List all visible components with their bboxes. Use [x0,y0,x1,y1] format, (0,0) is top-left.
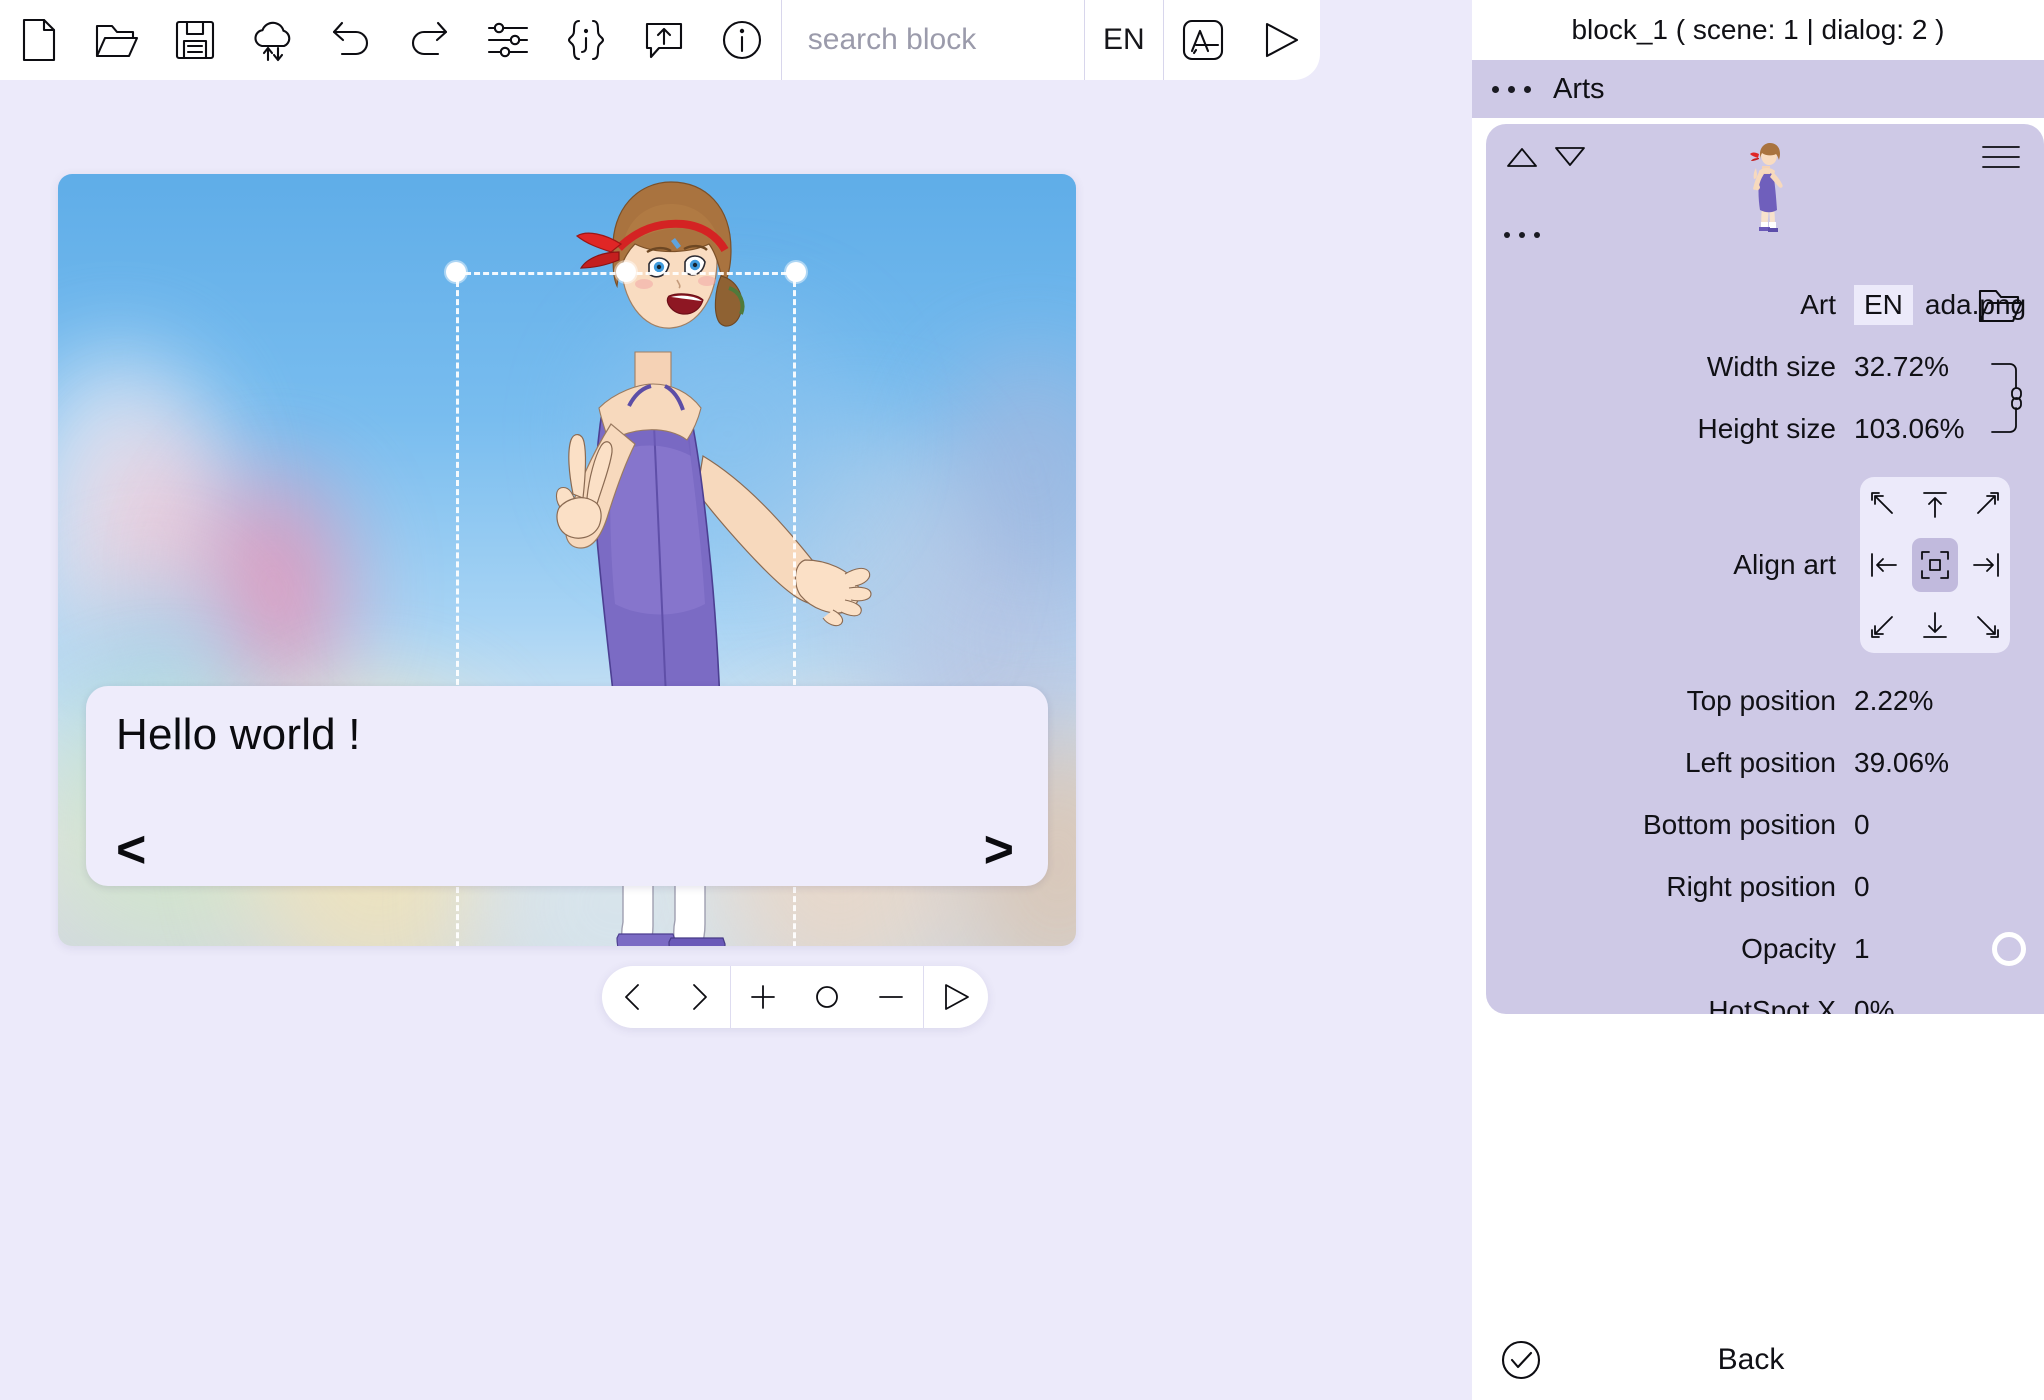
opacity-value[interactable]: 1 [1854,933,1870,965]
height-size-label: Height size [1486,413,1854,445]
right-panel: block_1 ( scene: 1 | dialog: 2 ) Arts [1472,0,2044,1400]
align-left-button[interactable] [1862,538,1908,592]
property-row-right-position: Right position 0 [1486,856,2044,918]
block-title: block_1 ( scene: 1 | dialog: 2 ) [1472,0,2044,60]
json-braces-icon[interactable] [547,0,625,80]
align-top-left-button[interactable] [1862,479,1908,533]
arts-section-label: Arts [1553,73,1605,106]
art-language-chip[interactable]: EN [1854,285,1913,325]
open-folder-icon[interactable] [78,0,156,80]
zoom-group [731,966,923,1028]
resize-handle-top-left[interactable] [446,262,466,282]
back-button[interactable]: Back [1544,1343,1958,1377]
align-art-grid [1860,477,2010,653]
resize-handle-top-right[interactable] [786,262,806,282]
align-bottom-right-button[interactable] [1962,597,2008,651]
cloud-sync-icon[interactable] [234,0,312,80]
property-row-align: Align art [1486,460,2044,670]
new-file-icon[interactable] [0,0,78,80]
right-position-value[interactable]: 0 [1854,871,1870,903]
export-comment-icon[interactable] [625,0,703,80]
play-preview-button[interactable] [924,966,988,1028]
remove-button[interactable] [859,966,923,1028]
info-icon[interactable] [703,0,781,80]
app-icon[interactable] [1164,0,1242,80]
art-card-top [1486,124,2044,274]
order-arrows [1502,140,1590,174]
left-position-value[interactable]: 39.06% [1854,747,1949,779]
language-button[interactable]: EN [1085,0,1163,80]
play-group [924,966,988,1028]
dialog-prev-button[interactable]: < [116,824,146,876]
app-root: EN [0,0,2044,1400]
property-row-art: Art EN ada.png [1486,274,2044,336]
height-size-value[interactable]: 103.06% [1854,413,1965,445]
search-input[interactable] [808,23,1058,57]
preview-control-bar [602,966,988,1028]
opacity-label: Opacity [1486,933,1854,965]
move-down-icon[interactable] [1550,140,1590,174]
panel-footer: Back [1472,1320,2044,1400]
align-right-button[interactable] [1962,538,2008,592]
resize-handle-top-center[interactable] [616,262,636,282]
property-row-left-position: Left position 39.06% [1486,732,2044,794]
arts-section-header[interactable]: Arts [1472,60,2044,118]
width-size-value[interactable]: 32.72% [1854,351,1949,383]
width-size-label: Width size [1486,351,1854,383]
art-thumbnail[interactable] [1735,142,1795,234]
align-center-button[interactable] [1912,538,1958,592]
bottom-position-label: Bottom position [1486,809,1854,841]
property-row-opacity: Opacity 1 [1486,918,2044,980]
hamburger-menu-icon[interactable] [1980,142,2022,172]
hotspot-x-label: HotSpot X [1486,995,1854,1014]
art-dots-menu[interactable] [1504,232,1540,238]
align-art-label: Align art [1486,549,1854,581]
workspace: Hello world ! < > [0,80,1472,1400]
prev-block-button[interactable] [602,966,666,1028]
dialog-next-button[interactable]: > [984,824,1014,876]
save-floppy-icon[interactable] [156,0,234,80]
play-button[interactable] [1242,0,1320,80]
art-label: Art [1486,289,1854,321]
top-position-label: Top position [1486,685,1854,717]
dialog-box[interactable]: Hello world ! < > [86,686,1048,886]
bottom-position-value[interactable]: 0 [1854,809,1870,841]
drag-handle-dots-icon[interactable] [1492,86,1531,93]
scene-canvas[interactable]: Hello world ! < > [58,174,1076,946]
open-folder-icon[interactable] [1976,285,2024,325]
align-top-right-button[interactable] [1962,479,2008,533]
align-top-button[interactable] [1912,479,1958,533]
align-bottom-left-button[interactable] [1862,597,1908,651]
settings-sliders-icon[interactable] [468,0,546,80]
art-properties-card: Art EN ada.png Width size 32.72% [1486,124,2044,1014]
dialog-text: Hello world ! [116,710,361,760]
left-position-label: Left position [1486,747,1854,779]
right-position-label: Right position [1486,871,1854,903]
move-up-icon[interactable] [1502,140,1542,174]
align-bottom-button[interactable] [1912,597,1958,651]
undo-icon[interactable] [312,0,390,80]
hotspot-x-value[interactable]: 0% [1854,995,1894,1014]
add-button[interactable] [731,966,795,1028]
property-row-hotspot-x: HotSpot X 0% [1486,980,2044,1014]
next-block-button[interactable] [666,966,730,1028]
confirm-check-icon[interactable] [1498,1337,1544,1383]
search-input-wrap[interactable] [782,0,1084,80]
nav-group [602,966,730,1028]
property-row-width: Width size 32.72% [1486,336,2044,398]
property-row-top-position: Top position 2.22% [1486,670,2044,732]
property-row-height: Height size 103.06% [1486,398,2044,460]
property-row-bottom-position: Bottom position 0 [1486,794,2044,856]
opacity-knob-icon[interactable] [1992,932,2026,966]
top-position-value[interactable]: 2.22% [1854,685,1933,717]
record-circle-button[interactable] [795,966,859,1028]
redo-icon[interactable] [390,0,468,80]
top-toolbar: EN [0,0,1320,80]
